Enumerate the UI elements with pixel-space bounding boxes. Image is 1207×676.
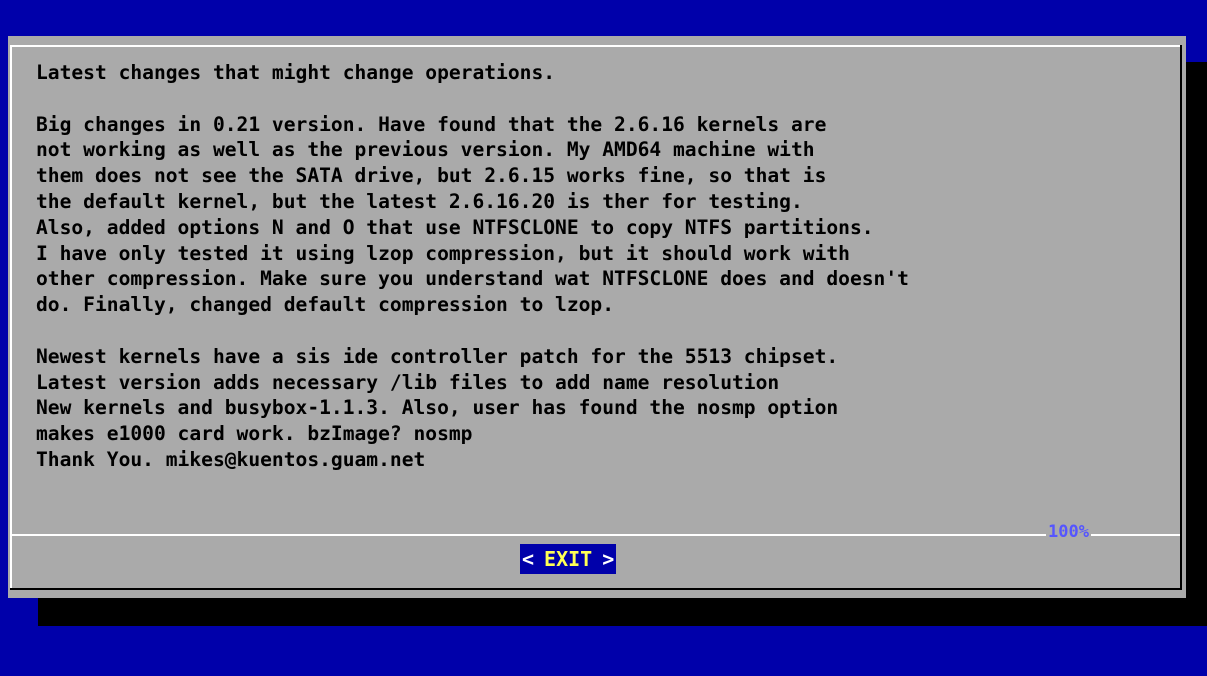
left-bracket: < — [522, 547, 535, 571]
right-bracket: > — [602, 547, 615, 571]
dialog-border-left — [10, 45, 12, 590]
button-divider — [12, 534, 1180, 536]
scroll-percent: 100% — [1046, 522, 1091, 542]
text-line: them does not see the SATA drive, but 2.… — [36, 164, 827, 188]
dialog-border-right — [1180, 45, 1182, 590]
text-line: makes e1000 card work. bzImage? nosmp — [36, 422, 473, 446]
text-line: Latest changes that might change operati… — [36, 61, 556, 84]
dialog-text[interactable]: Latest changes that might change operati… — [36, 60, 1166, 520]
text-line: Newest kernels have a sis ide controller… — [36, 344, 839, 368]
text-line: other compression. Make sure you underst… — [36, 267, 909, 291]
exit-button[interactable]: < EXIT > — [520, 544, 617, 574]
text-line: I have only tested it using lzop compres… — [36, 241, 850, 265]
text-line: New kernels and busybox-1.1.3. Also, use… — [36, 396, 839, 420]
text-line: Latest version adds necessary /lib files… — [36, 370, 780, 394]
text-line: Big changes in 0.21 version. Have found … — [36, 112, 827, 136]
text-line: do. Finally, changed default compression… — [36, 293, 615, 317]
screen: { "colors": { "background": "#0000aa", "… — [0, 0, 1207, 676]
dialog-border-top — [10, 45, 1182, 47]
exit-label: EXIT — [544, 547, 593, 571]
text-line: not working as well as the previous vers… — [36, 138, 815, 162]
dialog-border-bottom — [10, 588, 1182, 590]
text-line: the default kernel, but the latest 2.6.1… — [36, 189, 803, 213]
text-line: Also, added options N and O that use NTF… — [36, 215, 874, 239]
text-line: Thank You. mikes@kuentos.guam.net — [36, 447, 426, 471]
